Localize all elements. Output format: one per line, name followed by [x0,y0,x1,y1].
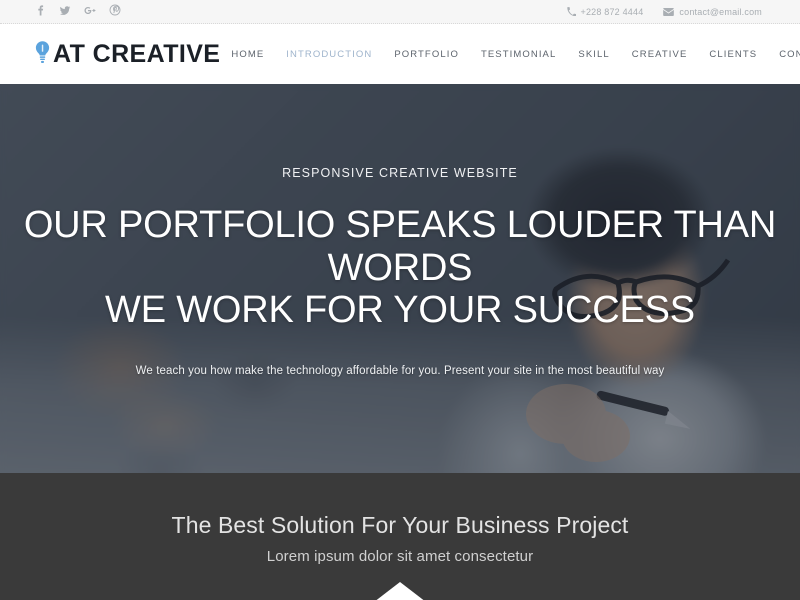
hero-kicker: RESPONSIVE CREATIVE WEBSITE [282,166,518,180]
nav-item-testimonial: TESTIMONIAL [470,49,567,60]
nav-item-portfolio: PORTFOLIO [383,49,470,60]
nav-item-home: HOME [220,49,275,60]
google-plus-icon[interactable] [84,4,96,16]
hero-title-line-2: WE WORK FOR YOUR SUCCESS [105,289,695,332]
site-logo[interactable]: AT CREATIVE [34,39,221,68]
pinterest-icon[interactable] [109,4,121,16]
hero-content: RESPONSIVE CREATIVE WEBSITE OUR PORTFOLI… [0,84,800,377]
email-address: contact@email.com [679,6,762,17]
cta-title: The Best Solution For Your Business Proj… [171,512,629,538]
envelope-icon [663,7,675,16]
cta-subtitle: Lorem ipsum dolor sit amet consectetur [266,547,534,565]
nav-item-introduction: INTRODUCTION [275,49,383,60]
logo-text: AT CREATIVE [53,39,221,68]
nav-link-skill[interactable]: SKILL [567,49,620,60]
top-bar: +228 872 4444 contact@email.com [0,0,800,24]
lightbulb-icon [35,41,50,64]
site-header: AT CREATIVE HOME INTRODUCTION PORTFOLIO … [0,24,800,84]
nav-list: HOME INTRODUCTION PORTFOLIO TESTIMONIAL … [220,49,800,60]
nav-link-clients[interactable]: CLIENTS [698,49,768,60]
topbar-contact-info: +228 872 4444 contact@email.com [566,6,763,17]
phone-number: +228 872 4444 [580,6,644,17]
nav-link-portfolio[interactable]: PORTFOLIO [383,49,470,60]
nav-item-creative: CREATIVE [621,49,699,60]
social-item [59,3,71,21]
facebook-icon[interactable] [34,4,46,16]
nav-item-contact: CONTACT [768,49,800,60]
hero-title-line-1: OUR PORTFOLIO SPEAKS LOUDER THAN WORDS [23,204,777,289]
nav-link-home[interactable]: HOME [220,49,275,60]
phone-link[interactable]: +228 872 4444 [566,6,644,17]
nav-item-clients: CLIENTS [698,49,768,60]
hero-subtitle: We teach you how make the technology aff… [135,364,665,377]
nav-link-introduction[interactable]: INTRODUCTION [275,49,383,60]
social-item [34,3,46,21]
chevron-up-icon [374,582,426,600]
social-links [34,3,121,21]
phone-icon [566,7,576,16]
nav-link-testimonial[interactable]: TESTIMONIAL [470,49,567,60]
cta-band: The Best Solution For Your Business Proj… [0,473,800,600]
twitter-icon[interactable] [59,4,71,16]
hero-section: RESPONSIVE CREATIVE WEBSITE OUR PORTFOLI… [0,84,800,473]
nav-link-creative[interactable]: CREATIVE [621,49,699,60]
social-item [109,3,121,21]
nav-link-contact[interactable]: CONTACT [768,49,800,60]
email-link[interactable]: contact@email.com [663,7,762,17]
hero-title: OUR PORTFOLIO SPEAKS LOUDER THAN WORDS W… [0,204,800,332]
nav-item-skill: SKILL [567,49,620,60]
social-item [84,3,96,21]
main-navigation: HOME INTRODUCTION PORTFOLIO TESTIMONIAL … [220,43,800,65]
